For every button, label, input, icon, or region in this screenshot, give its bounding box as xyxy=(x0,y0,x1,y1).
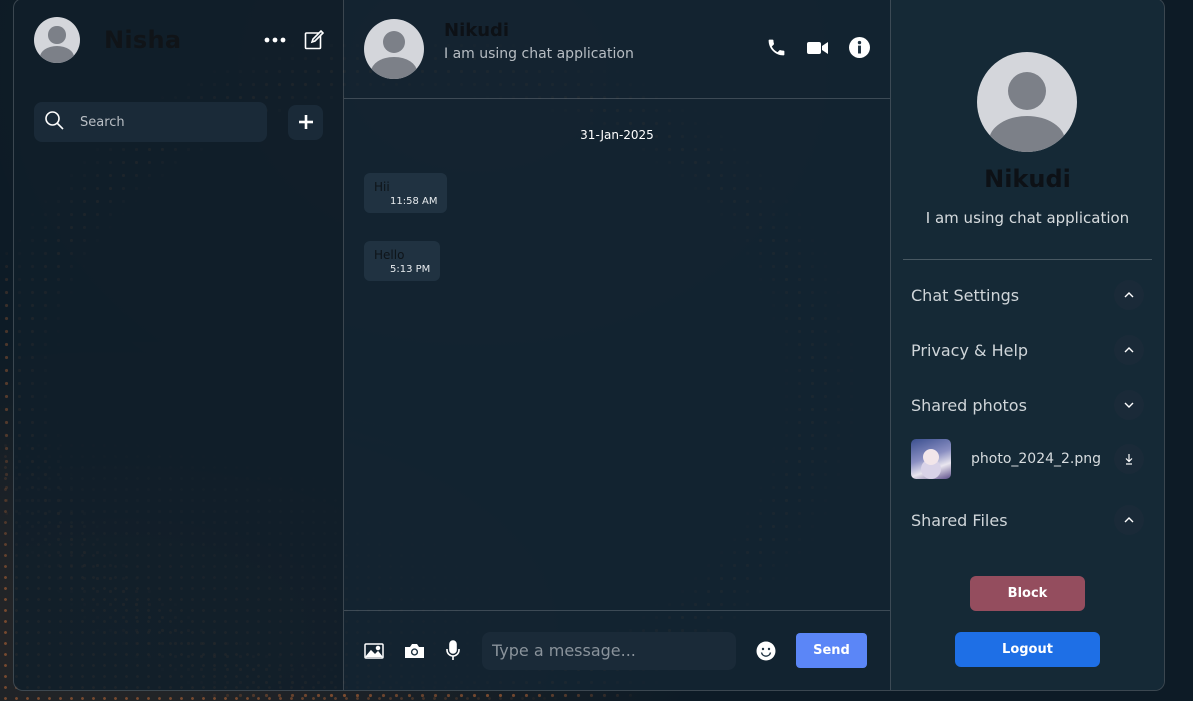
option-chat-settings[interactable]: Chat Settings xyxy=(911,279,1144,311)
chat-panel: Nikudi I am using chat application 31-Ja… xyxy=(344,0,891,690)
contact-status: I am using chat application xyxy=(444,45,634,62)
photo-thumbnail[interactable] xyxy=(911,439,951,479)
option-label: Chat Settings xyxy=(911,285,1020,305)
more-icon[interactable] xyxy=(264,37,286,43)
shared-photo-item[interactable]: photo_2024_2.png xyxy=(911,438,1144,480)
camera-icon[interactable] xyxy=(404,643,425,659)
divider xyxy=(903,259,1152,260)
message-text: Hello xyxy=(374,248,405,262)
send-button[interactable]: Send xyxy=(796,633,867,668)
edit-icon[interactable] xyxy=(304,30,324,50)
chat-app: Nisha Search Nikudi I am using chat appl… xyxy=(13,0,1165,691)
user-header: Nisha xyxy=(34,17,324,63)
message-time: 5:13 PM xyxy=(390,264,431,275)
option-label: Privacy & Help xyxy=(911,340,1029,360)
contact-name: Nikudi xyxy=(444,19,510,41)
search-row xyxy=(34,102,324,142)
user-avatar[interactable] xyxy=(34,17,80,63)
option-shared-photos[interactable]: Shared photos xyxy=(911,389,1144,421)
option-privacy-help[interactable]: Privacy & Help xyxy=(911,334,1144,366)
chat-header: Nikudi I am using chat application xyxy=(344,0,890,99)
search-icon xyxy=(44,110,64,134)
mic-icon[interactable] xyxy=(445,640,461,661)
block-button[interactable]: Block xyxy=(970,576,1085,611)
message-composer: Send xyxy=(344,610,890,690)
message-bubble: Hello 5:13 PM xyxy=(364,241,441,281)
profile-status: I am using chat application xyxy=(925,209,1130,227)
emoji-icon[interactable] xyxy=(756,641,776,661)
option-label: Shared photos xyxy=(911,395,1027,415)
chevron-up-icon[interactable] xyxy=(1114,505,1144,535)
date-separator: 31-Jan-2025 xyxy=(580,128,654,142)
option-shared-files[interactable]: Shared Files xyxy=(911,504,1144,536)
chevron-up-icon[interactable] xyxy=(1114,335,1144,365)
search-input[interactable] xyxy=(80,114,250,130)
add-chat-button[interactable] xyxy=(288,104,323,140)
image-icon[interactable] xyxy=(364,642,384,659)
contact-avatar[interactable] xyxy=(364,18,424,79)
option-label: Shared Files xyxy=(911,510,1008,530)
download-icon[interactable] xyxy=(1114,444,1144,474)
chevron-up-icon[interactable] xyxy=(1114,280,1144,310)
profile-name: Nikudi xyxy=(984,165,1071,193)
sidebar: Nisha xyxy=(14,0,344,690)
phone-icon[interactable] xyxy=(766,37,787,58)
details-panel: Nikudi I am using chat application Chat … xyxy=(891,0,1164,690)
message-time: 11:58 AM xyxy=(390,196,438,207)
logout-button[interactable]: Logout xyxy=(955,632,1100,667)
username: Nisha xyxy=(104,26,182,54)
message-text: Hii xyxy=(374,180,390,194)
video-icon[interactable] xyxy=(807,40,829,56)
chevron-down-icon[interactable] xyxy=(1114,390,1144,420)
profile-avatar xyxy=(977,52,1077,152)
plus-icon xyxy=(298,115,313,129)
photo-name: photo_2024_2.png xyxy=(971,451,1102,467)
message-bubble: Hii 11:58 AM xyxy=(364,173,448,213)
search-box xyxy=(34,102,267,142)
info-icon[interactable] xyxy=(849,37,870,58)
message-input[interactable] xyxy=(482,631,736,670)
